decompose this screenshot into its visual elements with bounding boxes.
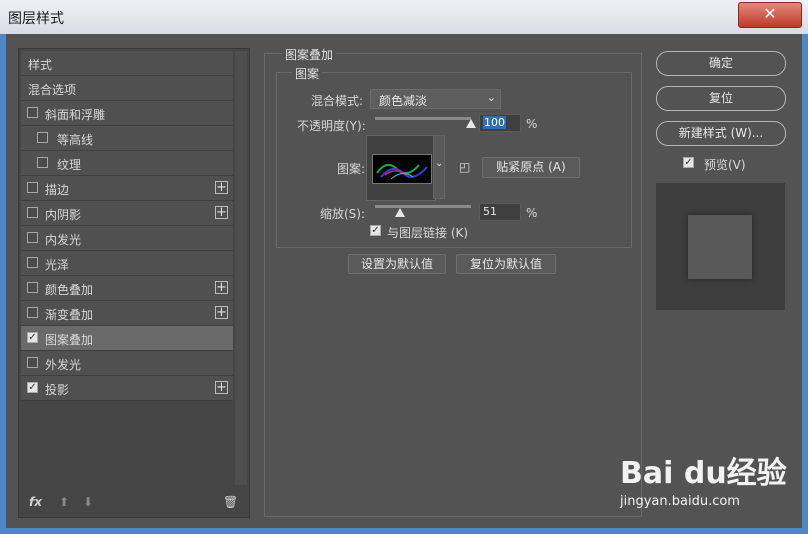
section-title: 图案叠加 [282,46,337,63]
blend-mode-select[interactable]: 颜色减淡 ⌄ [370,89,501,109]
scale-value: 51 [483,205,497,218]
style-item-checkbox[interactable] [37,157,48,168]
blend-mode-value: 颜色减淡 [379,94,428,108]
style-item[interactable]: 光泽 [21,251,233,276]
ok-button[interactable]: 确定 [656,51,786,76]
style-item-label: 样式 [28,58,53,72]
chevron-down-icon: ⌄ [486,91,496,104]
style-item-label: 内阴影 [45,208,82,222]
style-item-checkbox[interactable]: ✓ [27,332,38,343]
style-item-label: 光泽 [45,258,70,272]
fx-icon[interactable]: fx [29,495,42,509]
move-up-icon[interactable]: ⬆ [59,495,69,509]
style-list: 样式混合选项斜面和浮雕等高线纹理描边 + 内阴影 + 内发光光泽颜色叠加 + 渐变叠加 + ✓ 图… [21,51,233,401]
opacity-slider-handle[interactable] [466,119,476,128]
style-item[interactable]: ✓ 图案叠加 [21,326,233,351]
opacity-input[interactable]: 100 [479,114,521,132]
trash-icon[interactable]: 🗑 [223,495,238,509]
style-item[interactable]: 描边 + [21,176,233,201]
scrollbar[interactable] [235,51,247,485]
style-item[interactable]: 渐变叠加 + [21,301,233,326]
title-bar: 图层样式 ✕ [0,0,808,34]
add-icon[interactable]: + [215,306,228,319]
style-item-label: 等高线 [57,133,94,147]
preview-label: 预览(V) [704,158,746,172]
style-item-checkbox[interactable] [37,132,48,143]
add-icon[interactable]: + [215,206,228,219]
preview-checkbox[interactable]: ✓ [683,157,694,168]
close-button[interactable]: ✕ [738,2,802,28]
style-item-label: 纹理 [57,158,82,172]
style-item-label: 斜面和浮雕 [45,108,106,122]
scale-slider-handle[interactable] [394,208,405,217]
reset-button[interactable]: 复位 [656,86,786,111]
style-item-label: 外发光 [45,358,82,372]
scale-input[interactable]: 51 [479,203,521,221]
style-item-checkbox[interactable] [27,257,38,268]
style-item-label: 混合选项 [28,83,77,97]
watermark-logo: Bai du经验 [620,456,787,491]
style-item-checkbox[interactable] [27,182,38,193]
add-icon[interactable]: + [215,281,228,294]
style-item-label: 颜色叠加 [45,283,94,297]
style-item-label: 内发光 [45,233,82,247]
style-item[interactable]: ✓ 投影 + [21,376,233,401]
style-item[interactable]: 等高线 [21,126,233,151]
blend-mode-label: 混合模式: [311,94,364,108]
style-item[interactable]: 内发光 [21,226,233,251]
baidu-watermark: Bai du经验 jingyan.baidu.com [620,448,800,518]
styles-panel: 样式混合选项斜面和浮雕等高线纹理描边 + 内阴影 + 内发光光泽颜色叠加 + 渐变叠加 + ✓ 图… [18,48,250,518]
style-item-checkbox[interactable] [27,207,38,218]
opacity-label: 不透明度(Y): [297,119,366,133]
style-preview-swatch [688,215,752,279]
new-preset-icon[interactable]: ◰ [459,160,470,174]
style-item[interactable]: 混合选项 [21,76,233,101]
style-item[interactable]: 纹理 [21,151,233,176]
style-item[interactable]: 样式 [21,51,233,76]
style-item-label: 渐变叠加 [45,308,94,322]
style-item-checkbox[interactable] [27,107,38,118]
style-item[interactable]: 内阴影 + [21,201,233,226]
scale-label: 缩放(S): [320,207,366,221]
scale-percent: % [526,206,538,220]
style-item-checkbox[interactable]: ✓ [27,382,38,393]
pattern-label: 图案: [337,162,366,176]
opacity-percent: % [526,117,538,131]
opacity-value: 100 [483,116,506,129]
new-style-button[interactable]: 新建样式 (W)... [656,121,786,146]
pattern-preview-image [376,163,428,180]
window-title: 图层样式 [8,11,64,27]
move-down-icon[interactable]: ⬇ [83,495,93,509]
panel-bottom-bar: fx ⬆ ⬇ 🗑 [25,493,245,513]
pattern-dropdown-button[interactable]: ⌄ [433,135,445,199]
snap-to-origin-button[interactable]: 贴紧原点 (A) [482,157,580,178]
scale-slider[interactable] [375,205,471,208]
opacity-slider[interactable] [375,117,471,120]
style-item-checkbox[interactable] [27,232,38,243]
subsection-title: 图案 [292,65,323,82]
close-icon: ✕ [763,4,777,23]
style-item[interactable]: 外发光 [21,351,233,376]
style-item-label: 投影 [45,383,70,397]
style-item-label: 描边 [45,183,70,197]
link-with-layer-label: 与图层链接 (K) [387,226,469,240]
style-item[interactable]: 颜色叠加 + [21,276,233,301]
style-item-checkbox[interactable] [27,307,38,318]
add-icon[interactable]: + [215,181,228,194]
add-icon[interactable]: + [215,381,228,394]
link-with-layer-checkbox[interactable]: ✓ [370,225,381,236]
style-item[interactable]: 斜面和浮雕 [21,101,233,126]
style-item-checkbox[interactable] [27,282,38,293]
chevron-down-icon: ⌄ [435,158,444,169]
reset-default-button[interactable]: 复位为默认值 [456,254,556,274]
style-item-checkbox[interactable] [27,357,38,368]
watermark-url: jingyan.baidu.com [620,494,740,509]
style-preview [656,183,785,310]
style-item-label: 图案叠加 [45,333,94,347]
pattern-swatch[interactable] [372,154,432,184]
set-default-button[interactable]: 设置为默认值 [348,254,446,274]
